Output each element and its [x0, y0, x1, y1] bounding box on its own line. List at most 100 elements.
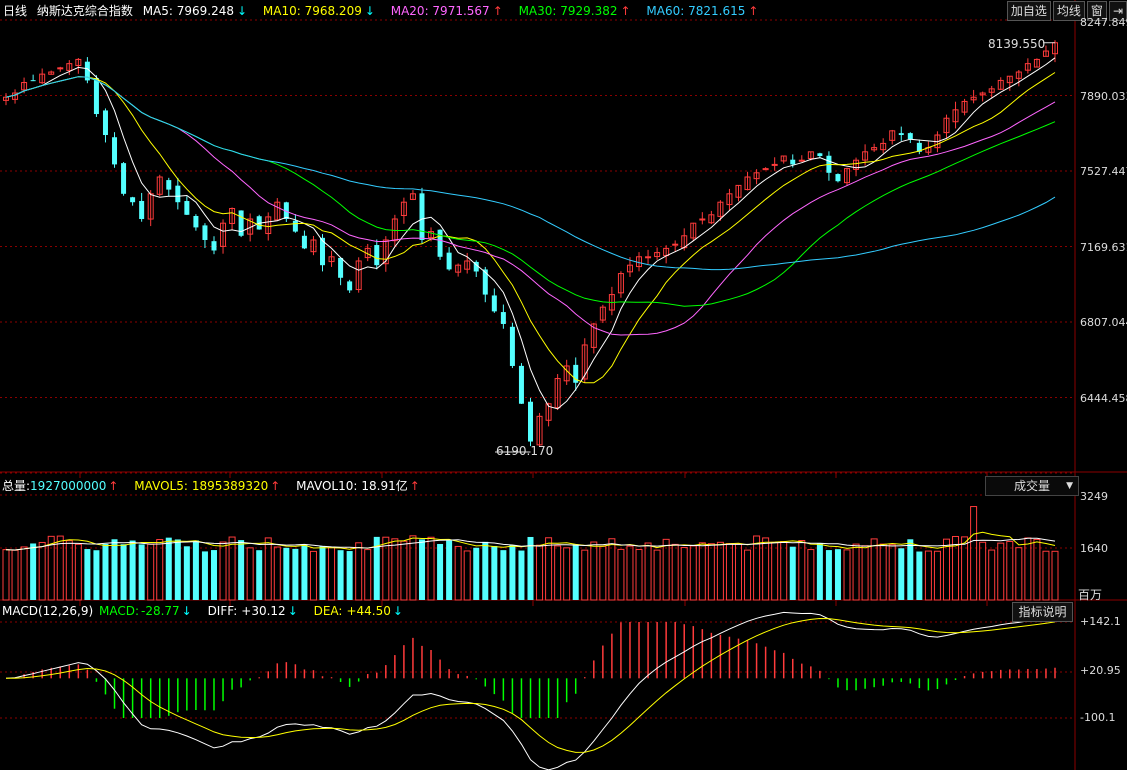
volume-bar — [30, 543, 37, 600]
volume-bar — [2, 549, 10, 601]
candle-body — [446, 252, 452, 270]
volume-bar — [861, 545, 869, 601]
candle-body — [898, 133, 904, 136]
volume-bar — [156, 539, 164, 601]
volume-bar — [707, 543, 715, 601]
volume-bar — [988, 549, 996, 601]
volume-bar — [725, 543, 733, 601]
candle-body — [419, 193, 425, 240]
candle-body — [121, 163, 127, 194]
macd-title: MACD(12,26,9) — [2, 604, 94, 618]
volume-bar — [337, 550, 344, 600]
volume-bar — [626, 545, 634, 601]
volume-axis-label: 1640 — [1080, 542, 1108, 555]
volume-bar — [907, 539, 914, 600]
volume-bar — [753, 535, 761, 601]
volume-bar — [138, 544, 145, 600]
main-legend: 日线 纳斯达克综合指数 MA5: 7969.248 ↓ MA10: 7968.20… — [3, 1, 770, 21]
indicator-help-button[interactable]: 指标说明 — [1012, 602, 1073, 622]
ma10-line — [5, 72, 1056, 384]
ma60-value: MA60: 7821.615 ↑ — [646, 4, 759, 18]
volume-bar — [355, 542, 363, 601]
volume-bar — [129, 540, 136, 600]
candle-body — [798, 159, 805, 162]
candle-body — [102, 110, 108, 136]
candle-body — [835, 174, 841, 182]
volume-bar — [780, 541, 788, 601]
volume-unit: 百万 — [1078, 588, 1103, 602]
volume-bar — [653, 549, 661, 601]
candle-body — [528, 401, 533, 442]
volume-bar — [454, 545, 462, 601]
triangle-down-icon: ▼ — [1066, 481, 1073, 491]
chart-canvas[interactable] — [0, 0, 1127, 770]
volume-bar — [427, 536, 435, 601]
volume-bar — [38, 541, 46, 601]
volume-bar — [309, 550, 317, 601]
volume-bar — [364, 549, 372, 601]
candle-body — [193, 215, 199, 228]
volume-bar — [807, 549, 815, 601]
price-axis-label: 7527.447 — [1080, 165, 1127, 178]
volume-bar — [11, 549, 19, 601]
candle-body — [57, 67, 64, 70]
candle-body — [437, 229, 443, 257]
candle-body — [374, 245, 380, 266]
volume-bar — [572, 545, 579, 600]
candle-body — [509, 326, 515, 366]
volume-bar — [617, 548, 625, 601]
high-price-annotation: 8139.550 — [988, 37, 1046, 51]
volume-bar — [210, 550, 217, 600]
total-volume: 总量:1927000000 ↑ — [2, 479, 119, 493]
volume-bar — [301, 545, 308, 600]
candle-body — [645, 256, 652, 259]
volume-bar — [834, 549, 841, 600]
candle-body — [338, 257, 344, 278]
volume-bar — [346, 551, 353, 600]
volume-bar — [734, 543, 742, 601]
ma30-line — [5, 76, 1056, 307]
volume-bar — [924, 550, 932, 601]
volume-bar — [1051, 550, 1059, 601]
volume-bar — [888, 544, 896, 601]
volume-bar — [599, 545, 607, 601]
volume-bar — [165, 537, 172, 600]
volume-bar — [997, 542, 1005, 601]
volume-bar — [1033, 538, 1041, 601]
volume-bar — [680, 547, 688, 601]
ma20-value: MA20: 7971.567 ↑ — [390, 4, 503, 18]
indicator-selector[interactable]: 成交量 ▼ — [985, 476, 1079, 496]
volume-bar — [961, 536, 969, 601]
volume-bar — [554, 545, 562, 601]
volume-bar — [74, 543, 82, 601]
candle-body — [202, 225, 208, 240]
volume-bar — [698, 542, 706, 601]
volume-bar — [518, 550, 525, 600]
volume-bar — [473, 547, 480, 600]
add-watch-button[interactable]: 加自选 — [1006, 1, 1051, 21]
volume-bar — [716, 541, 724, 601]
volume-bar — [319, 546, 326, 600]
candle-body — [301, 235, 307, 249]
volume-bar — [635, 549, 643, 601]
candle-body — [672, 243, 679, 246]
volume-bar — [418, 539, 425, 600]
volume-bar — [482, 541, 489, 600]
price-axis-label: 6807.044 — [1080, 316, 1127, 329]
volume-bar — [174, 539, 181, 600]
volume-bar — [970, 506, 978, 601]
volume-bar — [689, 545, 697, 601]
volume-bar — [20, 546, 28, 601]
volume-bar — [283, 547, 290, 600]
candle-body — [93, 78, 99, 115]
candle-body — [30, 80, 36, 82]
volume-bar — [979, 541, 987, 601]
volume-bar — [273, 546, 281, 601]
volume-bar — [816, 543, 823, 600]
volume-bar — [771, 541, 779, 601]
volume-bar — [201, 551, 208, 600]
indicator-selector-label: 成交量 — [1013, 479, 1050, 493]
macd-value: MACD: -28.77 ↓ — [98, 604, 192, 618]
volume-bar — [219, 541, 227, 601]
macd-axis-label: +142.1 — [1080, 615, 1121, 628]
